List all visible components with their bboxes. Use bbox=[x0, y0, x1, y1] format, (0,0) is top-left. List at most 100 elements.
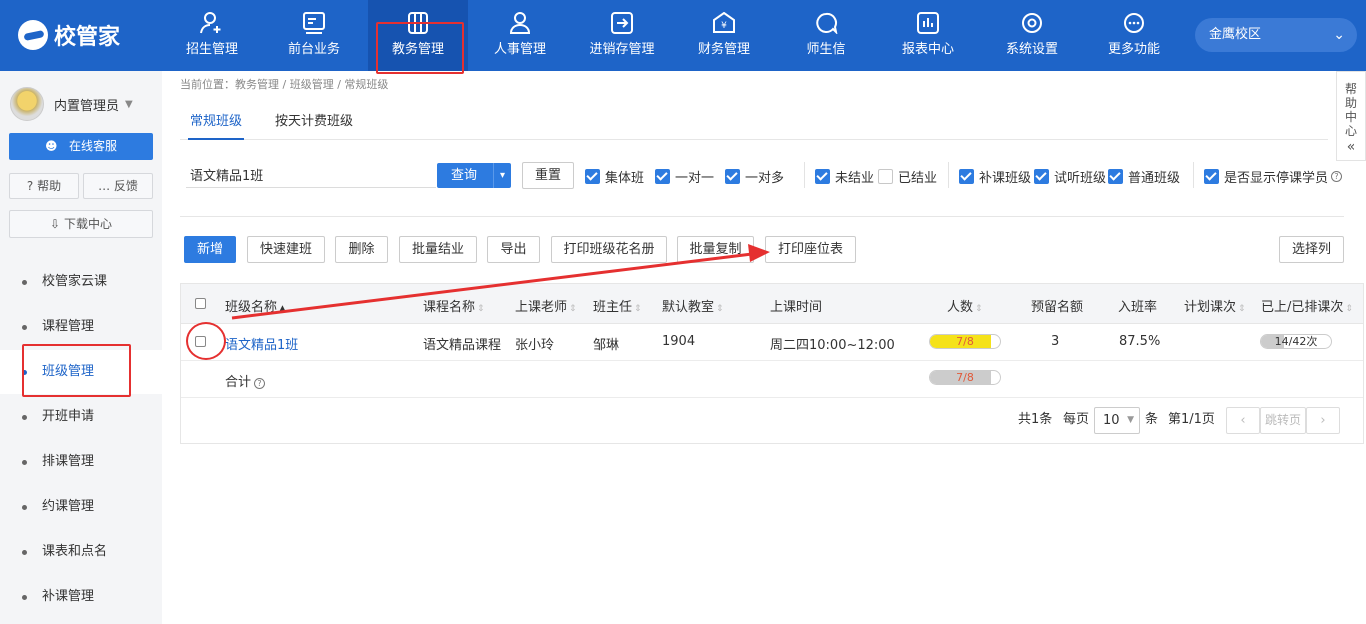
nav-item-finance[interactable]: ¥ 财务管理 bbox=[674, 0, 774, 71]
question-circle-icon[interactable]: ? bbox=[254, 378, 266, 389]
batch-copy-button[interactable]: 批量复制 bbox=[677, 236, 754, 263]
column-header-teacher[interactable]: 上课老师 ⇕ bbox=[515, 296, 577, 315]
help-center-panel[interactable]: 帮助中心 « bbox=[1336, 71, 1366, 161]
inventory-icon bbox=[611, 12, 633, 34]
sidebar-item-timetable[interactable]: 课表和点名 bbox=[0, 530, 162, 574]
help-button[interactable]: ? 帮助 bbox=[9, 173, 79, 199]
sort-icon: ⇕ bbox=[569, 304, 577, 314]
sidebar-item-makeup[interactable]: 补课管理 bbox=[0, 575, 162, 619]
batch-graduate-button[interactable]: 批量结业 bbox=[399, 236, 477, 263]
annotation-highlight-nav bbox=[376, 22, 464, 74]
nav-item-more[interactable]: 更多功能 bbox=[1084, 0, 1184, 71]
class-name-link[interactable]: 语文精品1班 bbox=[225, 334, 298, 353]
checkbox-one-to-many[interactable]: 一对多 bbox=[725, 167, 784, 186]
svg-text:¥: ¥ bbox=[721, 21, 727, 31]
nav-item-hr[interactable]: 人事管理 bbox=[470, 0, 570, 71]
checkbox-show-suspended[interactable]: 是否显示停课学员? bbox=[1204, 167, 1343, 186]
export-button[interactable]: 导出 bbox=[487, 236, 540, 263]
class-search-input[interactable] bbox=[186, 162, 436, 188]
checkbox-label: 是否显示停课学员 bbox=[1224, 171, 1329, 186]
print-seating-chart-button[interactable]: 打印座位表 bbox=[765, 236, 856, 263]
nav-item-settings[interactable]: 系统设置 bbox=[982, 0, 1082, 71]
tab-regular-class[interactable]: 常规班级 bbox=[187, 110, 245, 140]
checkbox-normal-class[interactable]: 普通班级 bbox=[1108, 167, 1180, 186]
teacher-cell: 张小玲 bbox=[515, 338, 555, 353]
checkbox-group-class[interactable]: 集体班 bbox=[585, 167, 644, 186]
sidebar-item-label: 约课管理 bbox=[42, 499, 95, 514]
download-center-button[interactable]: ⇩ 下载中心 bbox=[9, 210, 153, 238]
quick-create-class-button[interactable]: 快速建班 bbox=[247, 236, 325, 263]
help-center-label: 帮助中心 bbox=[1344, 82, 1357, 138]
campus-selector[interactable]: 金鹰校区 ⌄ bbox=[1195, 18, 1357, 52]
column-header-course[interactable]: 课程名称 ⇕ bbox=[423, 296, 485, 315]
sidebar-item-scheduling[interactable]: 排课管理 bbox=[0, 440, 162, 484]
tab-daily-billing-class[interactable]: 按天计费班级 bbox=[275, 110, 353, 129]
course-cell: 语文精品课程 bbox=[423, 338, 502, 353]
checkbox-checked bbox=[1204, 169, 1219, 184]
checkbox-label: 普通班级 bbox=[1128, 171, 1181, 186]
nav-item-enrollment[interactable]: 招生管理 bbox=[162, 0, 262, 71]
header-label: 上课时间 bbox=[770, 300, 823, 315]
sidebar-item-class-application[interactable]: 开班申请 bbox=[0, 395, 162, 439]
next-page-button[interactable]: › bbox=[1306, 407, 1340, 434]
print-roster-button[interactable]: 打印班级花名册 bbox=[551, 236, 667, 263]
room-cell: 1904 bbox=[662, 334, 696, 349]
header-label: 默认教室 bbox=[662, 300, 715, 315]
query-button[interactable]: 查询 ▾ bbox=[437, 163, 511, 188]
sidebar-item-cloud-course[interactable]: 校管家云课 bbox=[0, 260, 162, 304]
nav-label: 招生管理 bbox=[185, 42, 238, 57]
annotation-highlight-row-checkbox bbox=[186, 322, 226, 360]
pager-unit: 条 bbox=[1145, 412, 1159, 427]
chevron-left-icon: ‹ bbox=[1240, 413, 1246, 428]
delete-button[interactable]: 删除 bbox=[335, 236, 388, 263]
annotation-highlight-sidebar bbox=[22, 344, 131, 397]
column-header-reserved: 预留名额 bbox=[1031, 296, 1083, 315]
question-circle-icon[interactable]: ? bbox=[1331, 171, 1343, 182]
collapse-icon: « bbox=[1346, 139, 1356, 155]
table-header: 班级名称 ▲ 课程名称 ⇕ 上课老师 ⇕ 班主任 ⇕ 默认教室 ⇕ 上课时间 人数 ⇕ 预留… bbox=[181, 284, 1363, 324]
checkbox-not-graduated[interactable]: 未结业 bbox=[815, 167, 874, 186]
feedback-button[interactable]: … 反馈 bbox=[83, 173, 153, 199]
download-label: 下载中心 bbox=[63, 217, 112, 231]
column-header-head-teacher[interactable]: 班主任 ⇕ bbox=[593, 296, 642, 315]
reset-button[interactable]: 重置 bbox=[522, 162, 574, 189]
app-logo[interactable]: 校管家 bbox=[18, 20, 120, 50]
feedback-label: 反馈 bbox=[113, 179, 138, 193]
checkbox-label: 集体班 bbox=[605, 171, 645, 186]
query-dropdown-icon[interactable]: ▾ bbox=[493, 163, 511, 188]
checkbox-trial-class[interactable]: 试听班级 bbox=[1034, 167, 1106, 186]
jump-page-button[interactable]: 跳转页 bbox=[1260, 407, 1306, 434]
sort-icon: ⇕ bbox=[1238, 304, 1246, 314]
breadcrumb: 当前位置：教务管理 / 班级管理 / 常规班级 bbox=[180, 78, 389, 91]
nav-item-inventory[interactable]: 进销存管理 bbox=[572, 0, 672, 71]
column-header-count[interactable]: 人数 ⇕ bbox=[947, 296, 983, 315]
pager-per-page-label: 每页 bbox=[1063, 412, 1090, 427]
page-size-select[interactable]: 10 ▼ bbox=[1094, 407, 1140, 434]
checkbox-checked bbox=[1108, 169, 1123, 184]
checkbox-one-to-one[interactable]: 一对一 bbox=[655, 167, 714, 186]
add-button[interactable]: 新增 bbox=[184, 236, 236, 263]
finance-icon: ¥ bbox=[713, 12, 735, 33]
checkbox-makeup-class[interactable]: 补课班级 bbox=[959, 167, 1031, 186]
sidebar-item-course-management[interactable]: 课程管理 bbox=[0, 305, 162, 349]
column-header-progress[interactable]: 已上/已排课次 ⇕ bbox=[1261, 296, 1353, 315]
checkbox-graduated[interactable]: 已结业 bbox=[878, 167, 937, 186]
nav-item-messages[interactable]: 师生信 bbox=[776, 0, 876, 71]
logo-mark-icon bbox=[18, 20, 48, 50]
column-header-room[interactable]: 默认教室 ⇕ bbox=[662, 296, 724, 315]
sort-icon: ⇕ bbox=[634, 304, 642, 314]
column-header-planned[interactable]: 计划课次 ⇕ bbox=[1184, 296, 1246, 315]
column-header-class-name[interactable]: 班级名称 ▲ bbox=[225, 296, 286, 315]
sidebar-item-label: 开班申请 bbox=[42, 409, 95, 424]
nav-item-reception[interactable]: 前台业务 bbox=[264, 0, 364, 71]
select-all-checkbox[interactable] bbox=[195, 298, 206, 309]
checkbox-label: 已结业 bbox=[898, 171, 938, 186]
online-service-button[interactable]: ☻ 在线客服 bbox=[9, 133, 153, 160]
prev-page-button[interactable]: ‹ bbox=[1226, 407, 1260, 434]
nav-item-reports[interactable]: 报表中心 bbox=[878, 0, 978, 71]
choose-columns-button[interactable]: 选择列 bbox=[1279, 236, 1344, 263]
user-menu[interactable]: 内置管理员 ▼ bbox=[10, 87, 133, 121]
sidebar-item-booking[interactable]: 约课管理 bbox=[0, 485, 162, 529]
reserved-cell: 3 bbox=[1051, 334, 1060, 349]
nav-label: 师生信 bbox=[806, 42, 846, 57]
